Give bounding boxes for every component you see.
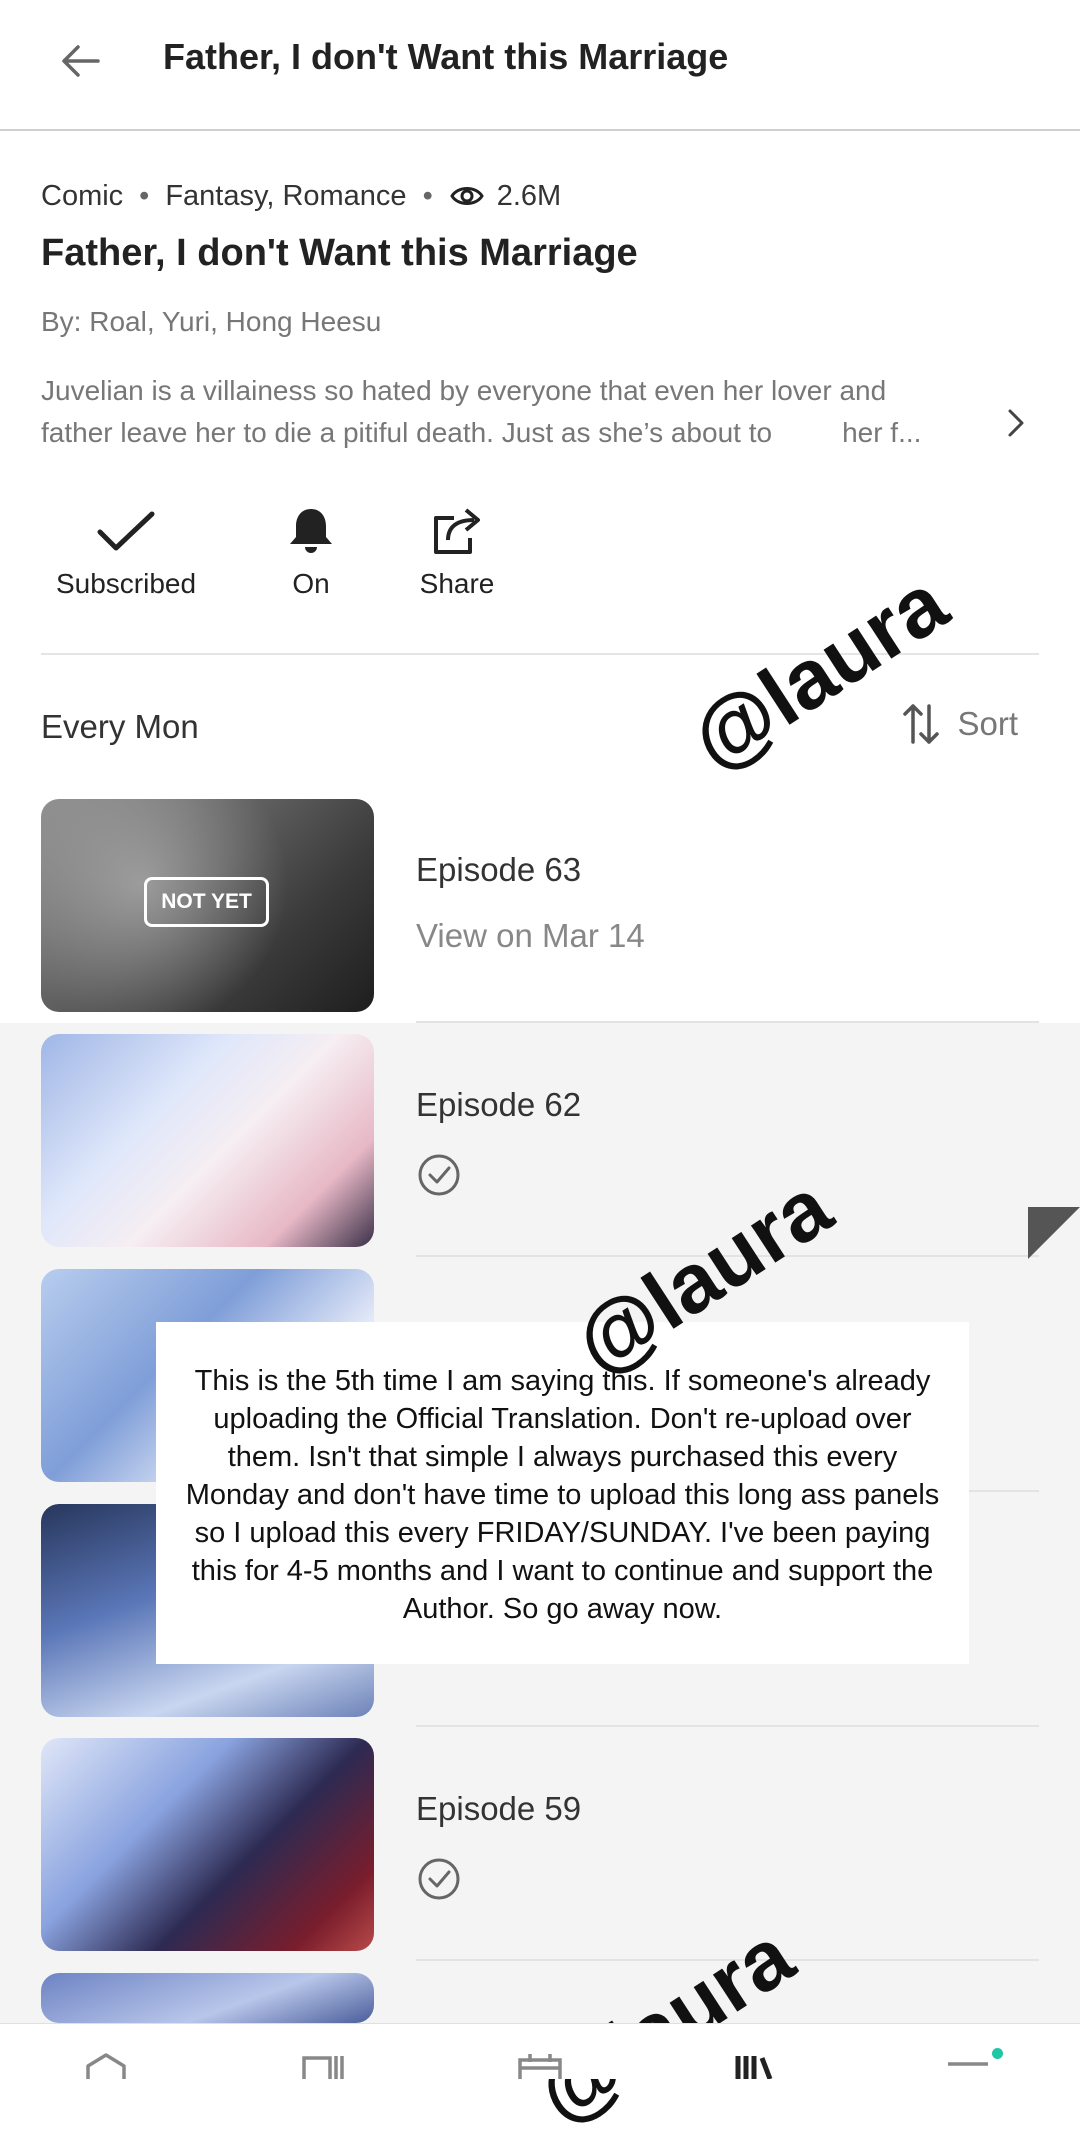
bottom-navigation <box>0 2023 1080 2079</box>
sort-label: Sort <box>957 705 1018 742</box>
episode-row[interactable] <box>0 1973 1080 2023</box>
episode-release-date: View on Mar 14 <box>416 917 645 954</box>
update-schedule: Every Mon <box>41 708 199 745</box>
bell-icon <box>290 509 332 553</box>
notice-overlay: This is the 5th time I am saying this. I… <box>156 1322 969 1664</box>
home-icon[interactable] <box>84 2052 128 2079</box>
separator-dot: • <box>422 179 433 212</box>
not-yet-badge: NOT YET <box>144 877 269 927</box>
read-check-icon <box>418 1858 460 1900</box>
share-label: Share <box>419 568 495 599</box>
alerts-label: On <box>292 568 330 599</box>
episode-thumbnail <box>41 1738 374 1951</box>
episode-row[interactable]: Episode 62 <box>0 1034 1080 1268</box>
corner-flag-icon <box>1028 1207 1080 1259</box>
menu-icon[interactable] <box>946 2052 990 2079</box>
share-button[interactable]: Share <box>412 506 502 600</box>
calendar-icon[interactable] <box>518 2052 562 2079</box>
episode-title: Episode 62 <box>416 1086 582 1123</box>
episode-thumbnail <box>41 1034 374 1247</box>
episode-thumbnail: NOT YET <box>41 799 374 1012</box>
alerts-button[interactable]: On <box>271 506 351 600</box>
header-title: Father, I don't Want this Marriage <box>163 36 729 77</box>
series-type: Comic <box>41 179 124 212</box>
episode-row[interactable]: NOT YET Episode 63 View on Mar 14 <box>0 799 1080 1033</box>
row-divider <box>416 1725 1039 1727</box>
series-description[interactable]: Juvelian is a villainess so hated by eve… <box>41 370 991 454</box>
series-meta: Comic • Fantasy, Romance • 2.6M <box>41 178 561 214</box>
episode-title: Episode 63 <box>416 851 582 888</box>
episode-thumbnail <box>41 1973 374 2023</box>
view-count: 2.6M <box>496 179 562 212</box>
back-arrow-icon[interactable] <box>56 36 106 86</box>
subscribe-label: Subscribed <box>55 568 197 599</box>
sort-button[interactable]: Sort <box>901 702 1018 746</box>
notification-dot <box>992 2048 1003 2059</box>
eye-icon <box>449 187 484 205</box>
checkmark-icon <box>97 511 155 551</box>
series-genres: Fantasy, Romance <box>165 179 407 212</box>
bookshelf-icon[interactable] <box>732 2052 776 2079</box>
separator-dot: • <box>139 179 150 212</box>
episode-title: Episode 59 <box>416 1790 582 1827</box>
description-line: father leave her to die a pitiful death.… <box>41 417 922 448</box>
read-check-icon <box>418 1154 460 1196</box>
series-authors: By: Roal, Yuri, Hong Heesu <box>41 306 382 337</box>
episode-row[interactable]: Episode 59 <box>0 1738 1080 1972</box>
subscribe-button[interactable]: Subscribed <box>51 506 201 600</box>
description-line: Juvelian is a villainess so hated by eve… <box>41 375 887 406</box>
chevron-right-icon[interactable] <box>996 403 1036 443</box>
top-bar: Father, I don't Want this Marriage <box>0 0 1080 131</box>
library-icon[interactable] <box>302 2052 346 2079</box>
sort-icon <box>903 704 940 744</box>
series-title: Father, I don't Want this Marriage <box>41 232 638 274</box>
share-icon <box>434 508 480 554</box>
watermark: @laura <box>674 554 963 788</box>
